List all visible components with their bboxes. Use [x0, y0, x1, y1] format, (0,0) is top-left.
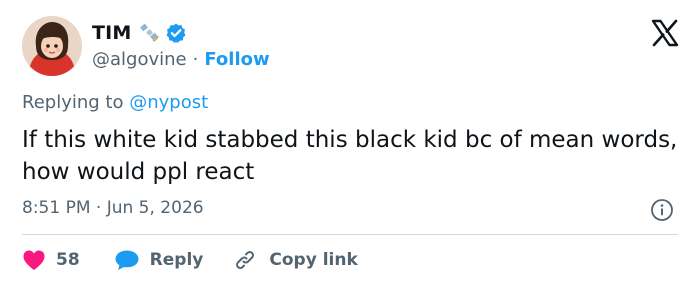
link-icon	[233, 248, 257, 272]
display-name[interactable]: TIM	[92, 22, 132, 44]
like-button[interactable]: 58	[22, 249, 80, 271]
handle-row: @algovine · Follow	[92, 47, 270, 71]
tweet-time[interactable]: 8:51 PM	[22, 198, 91, 218]
info-icon[interactable]	[650, 198, 674, 222]
copy-link-label: Copy link	[269, 250, 358, 270]
handle-separator: ·	[192, 48, 199, 70]
divider	[22, 234, 678, 235]
follow-button[interactable]: Follow	[204, 49, 269, 70]
user-handle[interactable]: @algovine	[92, 49, 187, 70]
meta-separator: ·	[90, 198, 107, 218]
reply-bubble-icon	[114, 249, 140, 271]
heart-icon	[22, 249, 46, 271]
reply-label: Reply	[149, 250, 204, 270]
tweet-card: TIM @algovine · Follow Replying to @nypo…	[0, 0, 700, 287]
reply-button[interactable]: Reply	[114, 249, 204, 271]
name-row: TIM	[92, 20, 187, 46]
like-count: 58	[56, 250, 80, 270]
x-logo-icon[interactable]	[650, 18, 680, 48]
tweet-date[interactable]: Jun 5, 2026	[107, 198, 204, 218]
avatar[interactable]	[22, 16, 82, 76]
replying-to: Replying to @nypost	[22, 92, 208, 113]
tweet-text: If this white kid stabbed this black kid…	[22, 127, 678, 185]
replying-prefix: Replying to	[22, 92, 130, 113]
verified-badge-icon	[165, 22, 187, 44]
tweet-meta: 8:51 PM · Jun 5, 2026	[22, 198, 204, 218]
satellite-icon	[139, 22, 161, 44]
copy-link-button[interactable]: Copy link	[233, 248, 358, 272]
reply-mention-link[interactable]: @nypost	[129, 92, 208, 113]
action-bar: 58 Reply Copy link	[22, 245, 358, 275]
